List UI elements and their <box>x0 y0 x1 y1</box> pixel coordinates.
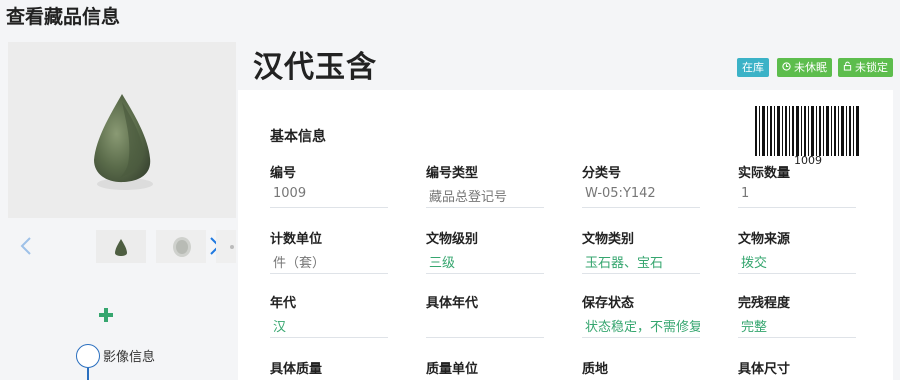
image-info-label[interactable]: 影像信息 <box>103 346 155 365</box>
field-label-relic-level: 文物级别 <box>426 232 479 247</box>
timeline-line <box>87 368 89 380</box>
field-label-relic-source: 文物来源 <box>738 232 791 247</box>
chevron-left-icon[interactable] <box>16 232 36 260</box>
field-label-specific-era: 具体年代 <box>426 296 479 311</box>
field-label-mass: 具体质量 <box>270 362 323 377</box>
field-value-relic-level: 三级 <box>426 252 544 274</box>
image-info-node[interactable] <box>76 344 100 368</box>
field-value-number-type: 藏品总登记号 <box>426 186 544 208</box>
artifact-title: 汉代玉含 <box>253 50 377 85</box>
plus-icon[interactable] <box>97 306 115 324</box>
status-badge-sleep: 未休眠 <box>777 58 832 77</box>
field-label-era: 年代 <box>270 296 297 311</box>
field-label-completeness: 完残程度 <box>738 296 791 311</box>
barcode-image <box>755 106 859 156</box>
field-label-preservation: 保存状态 <box>582 296 635 311</box>
clock-icon <box>782 59 791 78</box>
status-badge-lock: 未锁定 <box>838 58 893 77</box>
field-value-specific-era <box>426 316 544 338</box>
field-value-relic-category: 玉石器、宝石 <box>582 252 700 274</box>
status-badge-instock: 在库 <box>737 58 769 77</box>
field-label-mass-unit: 质量单位 <box>426 362 479 377</box>
section-title: 基本信息 <box>270 129 326 145</box>
artifact-main-image[interactable] <box>8 42 236 218</box>
field-label-number: 编号 <box>270 166 297 181</box>
instock-label: 在库 <box>742 61 764 74</box>
thumbnail-1[interactable] <box>96 230 146 263</box>
field-label-quantity: 实际数量 <box>738 166 791 181</box>
field-label-count-unit: 计数单位 <box>270 232 323 247</box>
field-value-count-unit: 件（套） <box>270 252 388 274</box>
thumbnail-strip <box>8 228 236 264</box>
jade-artifact-image <box>94 94 153 190</box>
sleep-label: 未休眠 <box>794 61 827 74</box>
field-value-number: 1009 <box>270 186 388 208</box>
field-label-dimensions: 具体尺寸 <box>738 362 791 377</box>
thumbnail-2[interactable] <box>156 230 206 263</box>
field-value-quantity: 1 <box>738 186 856 208</box>
page-title: 查看藏品信息 <box>6 6 121 28</box>
field-value-preservation: 状态稳定，不需修复 <box>582 316 700 338</box>
thumbnail-3[interactable] <box>216 230 236 263</box>
field-value-era: 汉 <box>270 316 388 338</box>
field-value-class-number: W-05:Y142 <box>582 186 700 208</box>
field-label-number-type: 编号类型 <box>426 166 479 181</box>
barcode-number: 1009 <box>794 154 822 167</box>
field-value-relic-source: 拨交 <box>738 252 856 274</box>
lock-label: 未锁定 <box>855 61 888 74</box>
field-label-material: 质地 <box>582 362 609 377</box>
unlock-icon <box>843 59 852 78</box>
field-value-completeness: 完整 <box>738 316 856 338</box>
field-label-class-number: 分类号 <box>582 166 622 181</box>
basic-info-card: 基本信息 1009 编号 1009 编号类型 藏品总登记号 分类号 W-05:Y… <box>238 90 893 380</box>
field-label-relic-category: 文物类别 <box>582 232 635 247</box>
